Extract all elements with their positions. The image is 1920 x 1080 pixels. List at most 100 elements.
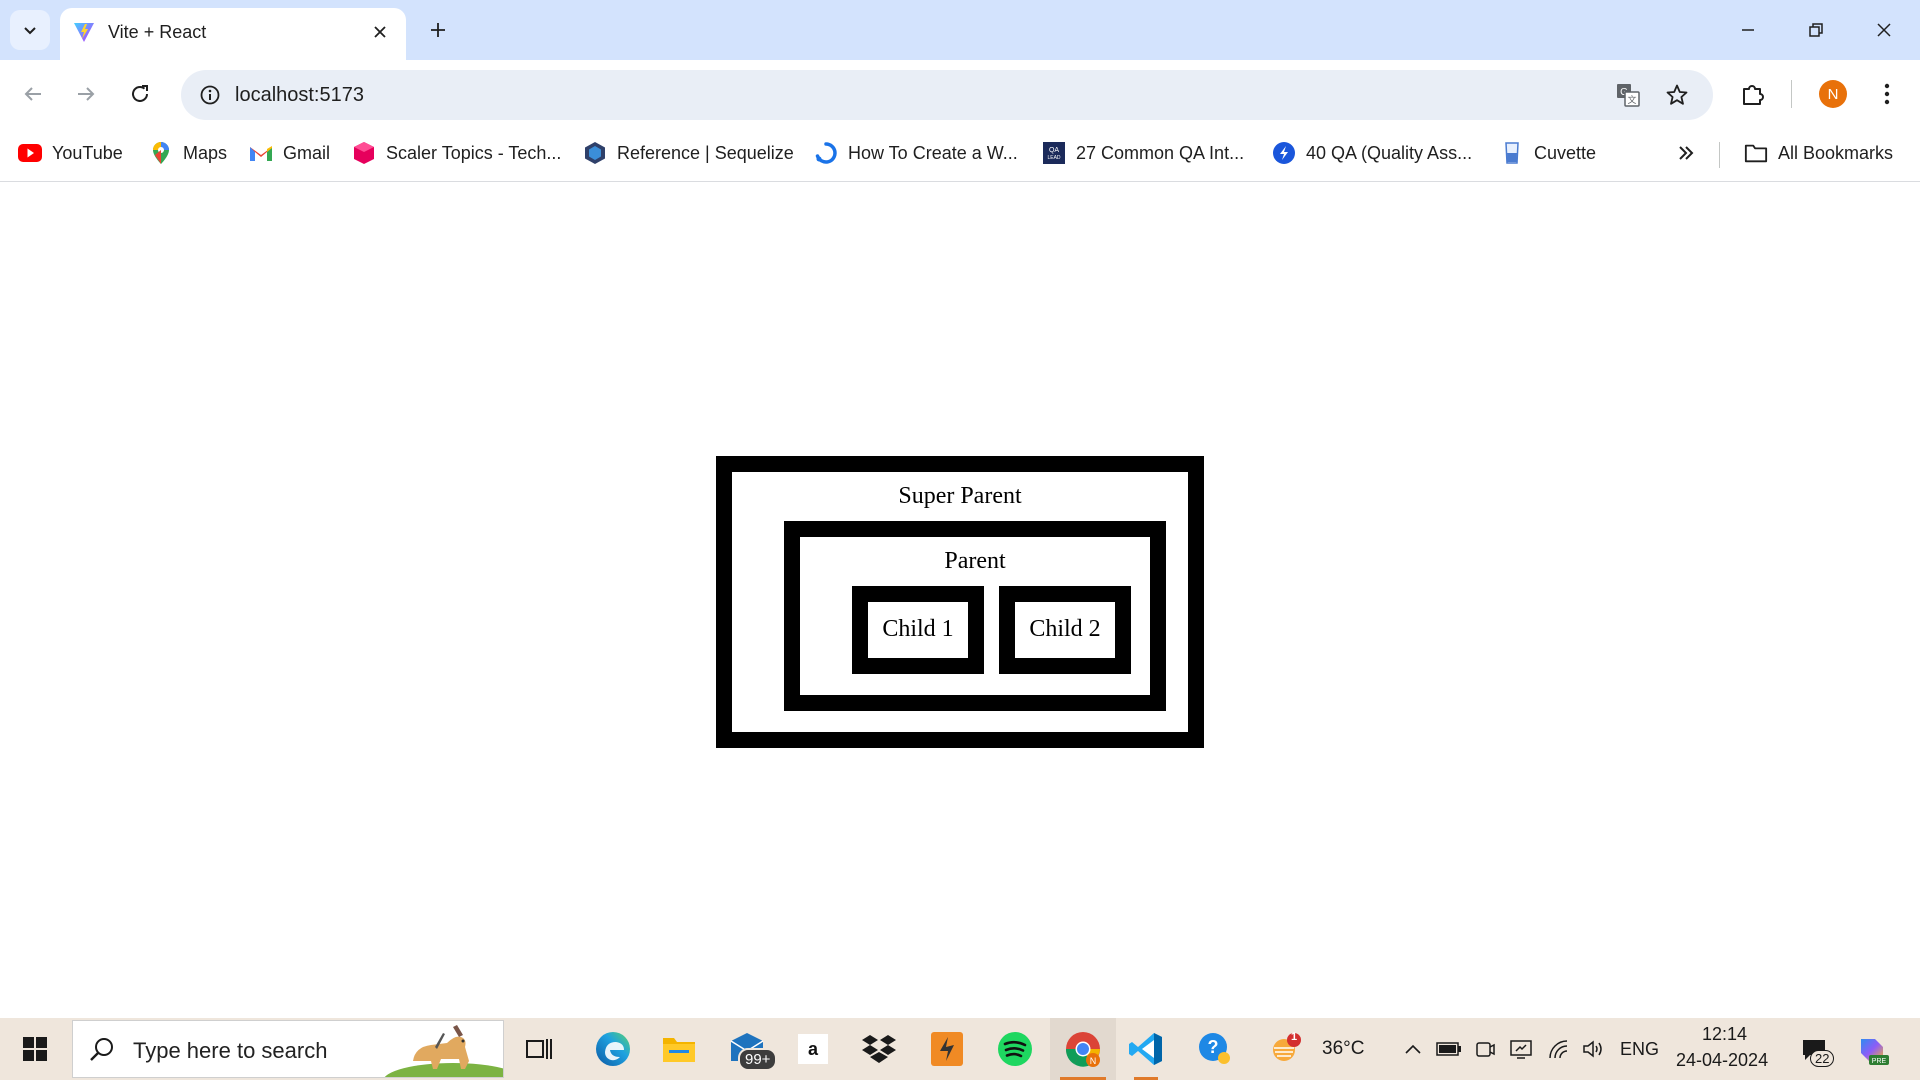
- volume-button[interactable]: [1580, 1036, 1606, 1062]
- scaler-icon: [352, 141, 376, 165]
- notification-count: 22: [1810, 1050, 1835, 1067]
- address-bar[interactable]: localhost:5173 G文: [181, 70, 1713, 120]
- battery-button[interactable]: [1436, 1036, 1462, 1062]
- browser-menu-button[interactable]: [1867, 74, 1907, 114]
- taskbar-sublime[interactable]: [916, 1018, 978, 1080]
- parent-box[interactable]: Parent Child 1 Child 2: [784, 521, 1166, 711]
- display-icon: [1510, 1040, 1532, 1059]
- bookmark-label: How To Create a W...: [848, 142, 1018, 163]
- bookmark-how-to-create[interactable]: How To Create a W...: [808, 136, 1024, 170]
- forward-button[interactable]: [66, 74, 106, 114]
- dropbox-icon: [862, 1035, 896, 1063]
- chevron-down-icon: [24, 27, 36, 35]
- close-window-button[interactable]: [1850, 0, 1918, 60]
- loop-icon: [814, 141, 838, 165]
- bookmark-cuvette[interactable]: Cuvette: [1494, 136, 1602, 170]
- svg-text:文: 文: [1627, 94, 1636, 106]
- spotify-icon: [998, 1032, 1032, 1066]
- taskbar-edge[interactable]: [582, 1018, 644, 1080]
- gmail-icon: [249, 141, 273, 165]
- minimize-button[interactable]: [1714, 0, 1782, 60]
- vite-icon: [74, 23, 94, 42]
- arrow-right-icon: [78, 87, 95, 101]
- puzzle-icon: [1743, 85, 1764, 105]
- wifi-button[interactable]: [1545, 1036, 1571, 1062]
- camera-button[interactable]: [1472, 1036, 1498, 1062]
- show-hidden-icons-button[interactable]: [1400, 1036, 1426, 1062]
- clock-date: 24-04-2024: [1676, 1050, 1769, 1070]
- cuvette-icon: [1500, 141, 1524, 165]
- tab-title: Vite + React: [108, 22, 207, 42]
- bookmark-scaler-topics[interactable]: Scaler Topics - Tech...: [346, 136, 567, 170]
- vscode-icon: [1129, 1033, 1162, 1065]
- display-button[interactable]: [1508, 1036, 1534, 1062]
- camera-icon: [1476, 1042, 1495, 1057]
- new-tab-button[interactable]: [420, 12, 456, 48]
- bookmarks-divider: [1719, 142, 1720, 168]
- reload-icon: [132, 85, 148, 102]
- all-bookmarks-label: All Bookmarks: [1778, 142, 1894, 163]
- kebab-menu-icon: [1884, 83, 1890, 105]
- search-highlight-illustration: [384, 1025, 503, 1077]
- weather-widget[interactable]: 1: [1260, 1018, 1310, 1080]
- back-button[interactable]: [13, 74, 53, 114]
- restore-button[interactable]: [1782, 0, 1850, 60]
- task-view-icon: [526, 1039, 552, 1059]
- taskbar-chrome[interactable]: N: [1050, 1018, 1116, 1080]
- all-bookmarks-button[interactable]: All Bookmarks: [1738, 136, 1899, 170]
- bookmark-40-qa[interactable]: 40 QA (Quality Ass...: [1266, 136, 1478, 170]
- volume-icon: [1583, 1040, 1602, 1058]
- bookmarks-overflow-button[interactable]: [1668, 136, 1704, 170]
- site-info-button[interactable]: [193, 78, 227, 112]
- bookmark-star-button[interactable]: [1660, 78, 1694, 112]
- search-icon: [90, 1038, 113, 1061]
- child-1-label: Child 1: [882, 616, 954, 642]
- svg-text:N: N: [1090, 1056, 1097, 1066]
- bookmark-youtube[interactable]: YouTube: [12, 136, 129, 170]
- translate-icon: G文: [1617, 84, 1640, 107]
- taskbar-search[interactable]: Type here to search: [72, 1020, 504, 1078]
- taskbar-vscode[interactable]: [1116, 1018, 1176, 1080]
- double-chevron-right-icon: [1674, 141, 1698, 165]
- mail-badge: 99+: [738, 1048, 778, 1071]
- taskbar-mail[interactable]: 99+: [716, 1018, 778, 1080]
- battery-icon: [1436, 1042, 1461, 1056]
- taskbar-file-explorer[interactable]: [648, 1018, 710, 1080]
- bookmark-qa-interview[interactable]: QA LEAD 27 Common QA Int...: [1036, 136, 1250, 170]
- notifications-button[interactable]: 22: [1796, 1032, 1835, 1068]
- sequelize-icon: [583, 141, 607, 165]
- tab-search-button[interactable]: [10, 10, 50, 50]
- copilot-button[interactable]: PRE: [1854, 1032, 1890, 1068]
- start-button[interactable]: [0, 1018, 70, 1080]
- svg-text:?: ?: [1208, 1037, 1219, 1057]
- profile-button[interactable]: N: [1813, 74, 1853, 114]
- tab-close-button[interactable]: [366, 18, 394, 46]
- bookmark-label: Reference | Sequelize: [617, 142, 794, 163]
- child-2-label: Child 2: [1029, 616, 1101, 642]
- child-2-box[interactable]: Child 2: [999, 586, 1131, 674]
- qa-lead-icon: QA LEAD: [1042, 141, 1066, 165]
- extensions-button[interactable]: [1733, 74, 1773, 114]
- taskbar-get-help[interactable]: ?: [1184, 1018, 1246, 1080]
- language-indicator[interactable]: ENG: [1620, 1039, 1659, 1060]
- task-view-button[interactable]: [508, 1018, 570, 1080]
- bookmark-label: Cuvette: [1534, 142, 1597, 163]
- taskbar-spotify[interactable]: [984, 1018, 1046, 1080]
- super-parent-box[interactable]: Super Parent Parent Child 1 Child 2: [716, 456, 1204, 748]
- reload-button[interactable]: [120, 74, 160, 114]
- taskbar-dropbox[interactable]: [848, 1018, 910, 1080]
- bookmark-label: 40 QA (Quality Ass...: [1306, 142, 1473, 163]
- bookmark-sequelize[interactable]: Reference | Sequelize: [577, 136, 800, 170]
- wifi-icon: [1549, 1040, 1568, 1059]
- folder-icon: [663, 1038, 695, 1062]
- bookmark-label: Scaler Topics - Tech...: [386, 142, 562, 163]
- tab-active[interactable]: Vite + React: [60, 8, 406, 60]
- taskbar-amazon[interactable]: a: [782, 1018, 844, 1080]
- bookmark-maps[interactable]: Maps: [143, 136, 233, 170]
- restore-icon: [1809, 23, 1823, 37]
- child-1-box[interactable]: Child 1: [852, 586, 984, 674]
- translate-button[interactable]: G文: [1611, 78, 1645, 112]
- clock-button[interactable]: 12:14 24-04-2024: [1672, 1022, 1782, 1076]
- plus-icon: [431, 23, 445, 37]
- bookmark-gmail[interactable]: Gmail: [243, 136, 336, 170]
